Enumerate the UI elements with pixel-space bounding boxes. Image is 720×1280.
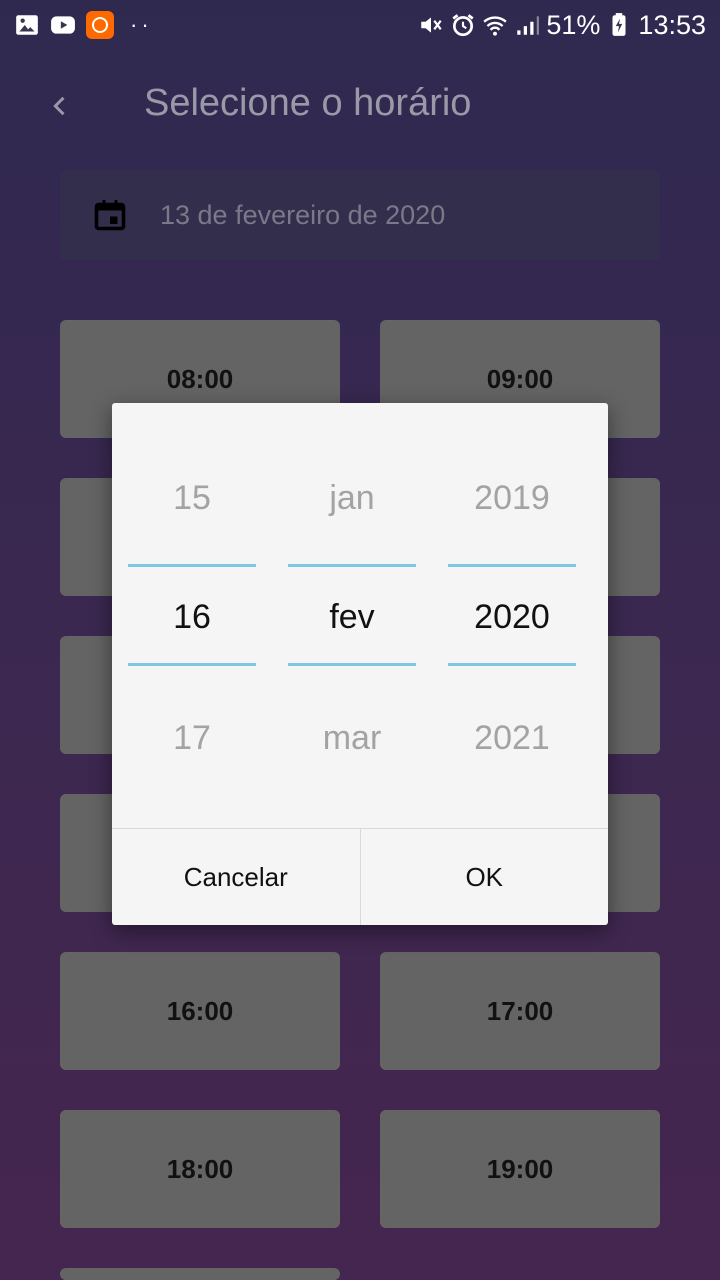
ok-button[interactable]: OK (359, 829, 609, 925)
selection-divider (288, 564, 416, 567)
day-selected[interactable]: 16 (128, 598, 256, 637)
month-prev[interactable]: jan (288, 479, 416, 518)
cancel-button[interactable]: Cancelar (112, 829, 360, 925)
day-picker[interactable]: 15 16 17 (128, 403, 256, 828)
year-picker[interactable]: 2019 2020 2021 (448, 403, 576, 828)
dialog-actions: Cancelar OK (112, 828, 608, 925)
day-next[interactable]: 17 (128, 719, 256, 758)
year-next[interactable]: 2021 (448, 719, 576, 758)
month-picker[interactable]: jan fev mar (288, 403, 416, 828)
selection-divider (448, 663, 576, 666)
selection-divider (128, 663, 256, 666)
month-selected[interactable]: fev (288, 598, 416, 637)
selection-divider (288, 663, 416, 666)
day-prev[interactable]: 15 (128, 479, 256, 518)
date-picker-dialog: 15 16 17 jan fev mar 2019 2020 2021 Canc… (112, 403, 608, 925)
year-selected[interactable]: 2020 (448, 598, 576, 637)
year-prev[interactable]: 2019 (448, 479, 576, 518)
selection-divider (128, 564, 256, 567)
month-next[interactable]: mar (288, 719, 416, 758)
selection-divider (448, 564, 576, 567)
